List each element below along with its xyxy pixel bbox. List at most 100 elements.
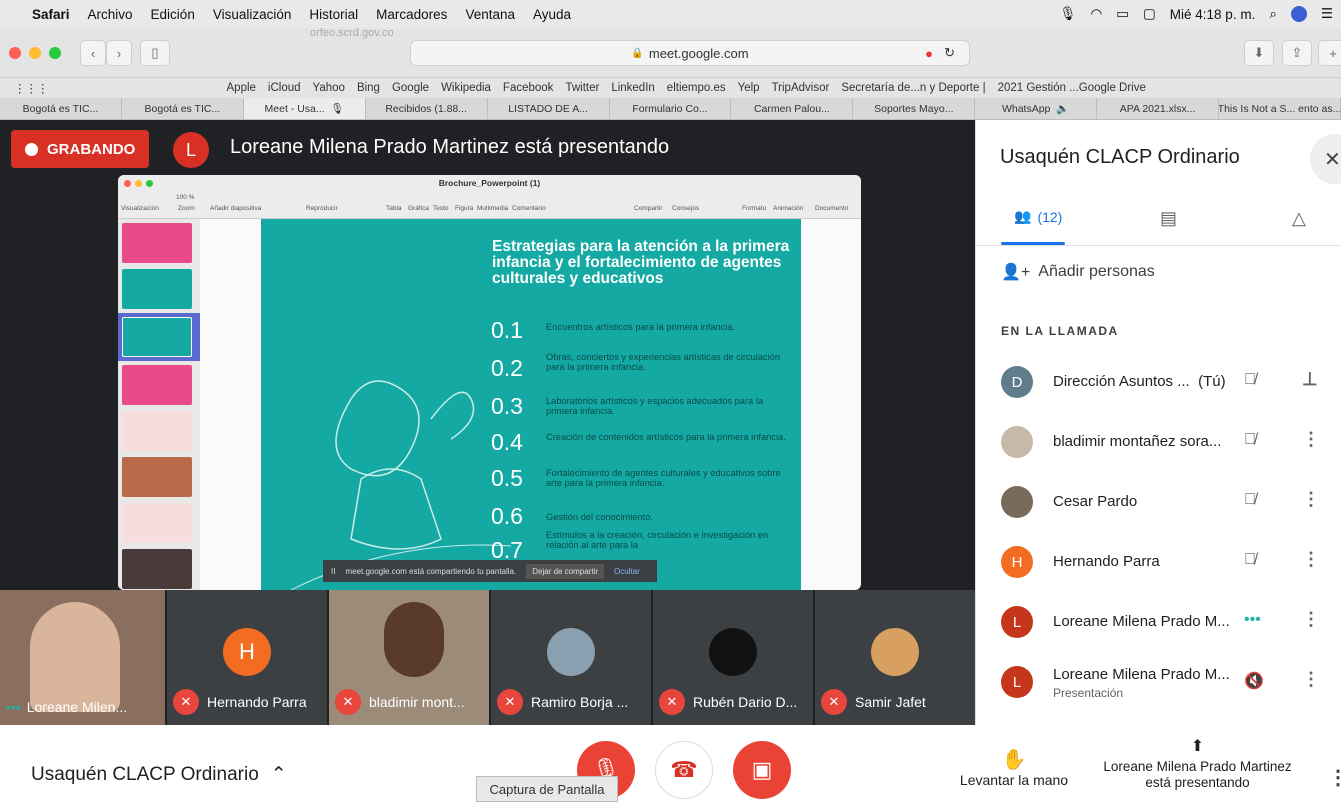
menu-visualizacion[interactable]: Visualización [213, 7, 292, 22]
spotlight-search-icon[interactable]: ⌕ [1269, 6, 1277, 22]
airplay-icon[interactable]: ▭ [1116, 6, 1129, 22]
bookmark[interactable]: Bing [357, 82, 380, 94]
menu-historial[interactable]: Historial [309, 7, 358, 22]
bookmark[interactable]: Facebook [503, 82, 554, 94]
video-tile[interactable]: ✕ Ramiro Borja ... [491, 590, 651, 725]
slide-thumbnail[interactable] [122, 411, 192, 451]
add-people-button[interactable]: 👤+ Añadir personas [1001, 262, 1155, 282]
bookmark[interactable]: Google [392, 82, 429, 94]
slide-thumbnail[interactable] [122, 549, 192, 589]
menu-ventana[interactable]: Ventana [465, 7, 515, 22]
menu-marcadores[interactable]: Marcadores [376, 7, 447, 22]
more-options-icon[interactable]: ⋮ [1302, 429, 1320, 450]
new-tab-icon[interactable]: + [1318, 40, 1341, 66]
sidebar-toggle-icon[interactable]: ▯ [140, 40, 170, 66]
bookmark[interactable]: Yahoo [313, 82, 345, 94]
tab-people[interactable]: 👥 (12) [1014, 208, 1062, 225]
tool-label[interactable]: Consejos [672, 205, 699, 212]
forward-button[interactable]: › [106, 40, 132, 66]
bookmark[interactable]: eltiempo.es [667, 82, 726, 94]
pin-icon[interactable]: ⊥ [1302, 369, 1318, 390]
tool-label[interactable]: Compartir [634, 205, 663, 212]
bookmark[interactable]: Secretaría de...n y Deporte | [841, 82, 985, 94]
participant-row[interactable]: L Loreane Milena Prado M... ••• ⋮ [976, 596, 1341, 652]
zoom-window-button[interactable] [49, 47, 61, 59]
tool-label[interactable]: Texto [433, 205, 449, 212]
tool-label[interactable]: Figura [455, 205, 473, 212]
close-window-button[interactable] [9, 47, 21, 59]
bookmark[interactable]: Wikipedia [441, 82, 491, 94]
close-panel-icon[interactable]: ✕ [1310, 134, 1341, 184]
microphone-icon[interactable]: 🎙 [331, 102, 344, 115]
more-options-icon[interactable]: ⋮ [1328, 765, 1341, 790]
tool-label[interactable]: Multimedia [477, 205, 508, 212]
tool-label[interactable]: Documento [815, 205, 848, 212]
microphone-icon[interactable]: 🎙 [1059, 6, 1076, 22]
siri-icon[interactable] [1290, 6, 1307, 22]
leave-call-button[interactable]: ☎ [655, 741, 713, 799]
browser-tab[interactable]: LISTADO DE A... [488, 98, 610, 119]
speaker-icon[interactable]: 🔈 [1056, 102, 1069, 115]
video-tile[interactable]: ✕ bladimir mont... [329, 590, 489, 725]
browser-tab[interactable]: APA 2021.xlsx... [1097, 98, 1220, 119]
browser-tab[interactable]: WhatsApp 🔈 [975, 98, 1098, 119]
battery-icon[interactable]: ▢ [1143, 6, 1156, 22]
slide-thumbnail[interactable] [122, 365, 192, 405]
tool-label[interactable]: Animación [773, 205, 803, 212]
activities-icon[interactable]: △ [1292, 208, 1306, 229]
minimize-window-button[interactable] [29, 47, 41, 59]
camera-toggle-button[interactable]: ▣ [733, 741, 791, 799]
video-tile[interactable]: ✕ Rubén Dario D... [653, 590, 813, 725]
tool-label[interactable]: Gráfica [408, 205, 429, 212]
hide-button[interactable]: Ocultar [614, 567, 640, 576]
downloads-icon[interactable]: ⬇ [1244, 40, 1274, 66]
slide-thumbnail[interactable] [122, 269, 192, 309]
participant-row[interactable]: Cesar Pardo 🎙̸ ⋮ [976, 476, 1341, 532]
wifi-icon[interactable]: ◠ [1090, 6, 1102, 22]
browser-tab[interactable]: Carmen Palou... [731, 98, 854, 119]
browser-tab[interactable]: Soportes Mayo... [853, 98, 976, 119]
participant-row[interactable]: D Dirección Asuntos ... (Tú) 🎙̸ ⊥ [976, 356, 1341, 412]
participant-row[interactable]: H Hernando Parra 🎙̸ ⋮ [976, 536, 1341, 592]
video-tile[interactable]: H ✕ Hernando Parra [167, 590, 327, 725]
presentation-button[interactable]: ⬆ Loreane Milena Prado Martinez está pres… [1090, 739, 1305, 791]
tool-label[interactable]: Zoom [178, 205, 195, 212]
more-options-icon[interactable]: ⋮ [1302, 489, 1320, 510]
bookmark[interactable]: iCloud [268, 82, 301, 94]
browser-tab[interactable]: Bogotá es TIC... [0, 98, 122, 119]
mic-in-use-icon[interactable]: ● [925, 46, 933, 61]
chat-icon[interactable]: ▤ [1160, 208, 1177, 229]
browser-tab[interactable]: Formulario Co... [610, 98, 732, 119]
bookmark[interactable]: 2021 Gestión ...Google Drive [998, 82, 1146, 94]
top-sites-icon[interactable]: ⋮⋮⋮ [14, 81, 49, 95]
slide-thumbnail-selected[interactable] [122, 317, 192, 357]
more-options-icon[interactable]: ⋮ [1302, 609, 1320, 630]
tool-label[interactable]: Formato [742, 205, 766, 212]
video-tile[interactable]: ••• Loreane Milen... [0, 590, 165, 725]
stop-sharing-button[interactable]: Dejar de compartir [526, 563, 605, 579]
browser-tab-active[interactable]: Meet - Usa... 🎙 [243, 98, 366, 119]
bookmark[interactable]: Yelp [738, 82, 760, 94]
tool-label[interactable]: Comentario [512, 205, 546, 212]
bookmark[interactable]: Twitter [565, 82, 599, 94]
menu-ayuda[interactable]: Ayuda [533, 7, 571, 22]
slide-thumbnail[interactable] [122, 457, 192, 497]
zoom-level[interactable]: 100 % [176, 194, 194, 201]
browser-tab[interactable]: Bogotá es TIC... [122, 98, 244, 119]
participant-row[interactable]: L Loreane Milena Prado M... Presentación… [976, 656, 1341, 712]
browser-tab[interactable]: This Is Not a S... ento as... [1219, 98, 1341, 119]
more-options-icon[interactable]: ⋮ [1302, 669, 1320, 690]
more-options-icon[interactable]: ⋮ [1302, 549, 1320, 570]
address-bar[interactable]: 🔒 meet.google.com ● ↻ [410, 40, 970, 66]
menu-archivo[interactable]: Archivo [88, 7, 133, 22]
browser-tab[interactable]: Recibidos (1.88... [366, 98, 488, 119]
reload-icon[interactable]: ↻ [944, 45, 955, 61]
share-icon[interactable]: ⇪ [1282, 40, 1312, 66]
menu-edicion[interactable]: Edición [151, 7, 195, 22]
video-tile[interactable]: ✕ Samir Jafet [815, 590, 975, 725]
slide-thumbnail[interactable] [122, 223, 192, 263]
menu-app-name[interactable]: Safari [32, 7, 70, 22]
control-center-icon[interactable]: ☰ [1321, 6, 1333, 22]
raise-hand-button[interactable]: ✋ Levantar la mano [954, 747, 1074, 788]
bookmark[interactable]: LinkedIn [611, 82, 654, 94]
